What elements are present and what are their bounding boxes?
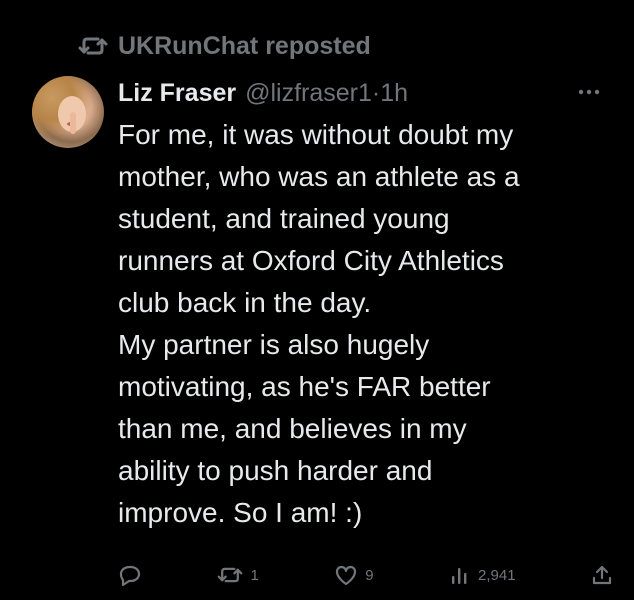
post-line: For me, it was without doubt my — [118, 119, 514, 150]
post-line: runners at Oxford City Athletics — [118, 245, 504, 276]
post-header: Liz Fraser @lizfraser1 · 1h — [118, 76, 408, 110]
post-line: club back in the day. — [118, 287, 372, 318]
views-button[interactable]: 2,941 — [449, 564, 516, 586]
share-button[interactable] — [591, 564, 613, 586]
like-count: 9 — [365, 566, 374, 584]
avatar[interactable] — [32, 76, 104, 148]
post-line: ability to push harder and — [118, 455, 433, 486]
share-icon — [591, 564, 613, 586]
repost-header[interactable]: UKRunChat reposted — [78, 28, 371, 64]
heart-icon — [334, 564, 358, 586]
views-icon — [449, 564, 471, 586]
views-count: 2,941 — [478, 566, 516, 584]
repost-button[interactable]: 1 — [217, 564, 259, 586]
repost-icon — [217, 564, 243, 586]
post-line: improve. So I am! :) — [118, 497, 363, 528]
more-icon[interactable] — [575, 78, 603, 106]
author-name[interactable]: Liz Fraser — [118, 79, 236, 108]
reply-button[interactable] — [118, 564, 142, 586]
like-button[interactable]: 9 — [334, 564, 374, 586]
repost-label: UKRunChat reposted — [118, 31, 371, 60]
header-separator: · — [371, 78, 381, 107]
repost-count: 1 — [250, 566, 259, 584]
post-line: motivating, as he's FAR better — [118, 371, 491, 402]
author-handle[interactable]: @lizfraser1 — [245, 79, 372, 108]
post-line: than me, and believes in my — [118, 413, 467, 444]
post-line: My partner is also hugely — [118, 329, 430, 360]
post-line: mother, who was an athlete as a — [118, 161, 520, 192]
post-line: student, and trained young — [118, 203, 450, 234]
post-content: For me, it was without doubt my mother, … — [118, 114, 623, 534]
avatar-finger — [70, 112, 76, 134]
repost-icon — [78, 33, 108, 59]
post-actions: 1 9 2,941 — [118, 560, 613, 590]
post-time[interactable]: 1h — [380, 79, 408, 108]
reply-icon — [118, 564, 142, 586]
